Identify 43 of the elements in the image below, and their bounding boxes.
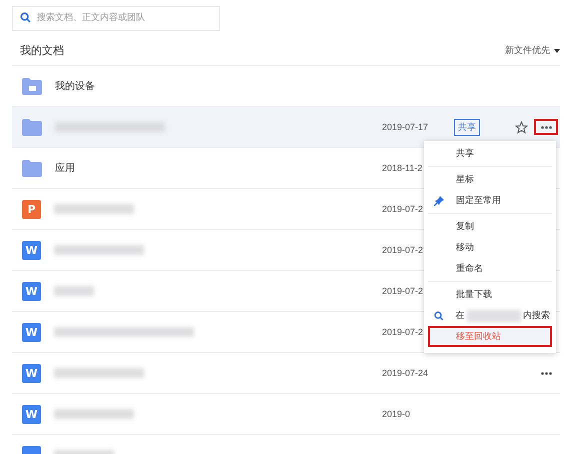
pin-icon: [434, 196, 444, 206]
file-type-icon: P: [22, 200, 41, 218]
redacted-name: [466, 310, 521, 322]
more-icon: [540, 372, 552, 374]
more-button[interactable]: [534, 119, 558, 135]
search-icon: [20, 12, 31, 23]
menu-item[interactable]: 在 内搜索: [428, 305, 552, 326]
folder-icon: [22, 118, 42, 136]
menu-item[interactable]: 固定至常用: [428, 190, 552, 211]
menu-item-text: 在: [456, 310, 465, 322]
redacted-name: [54, 286, 94, 296]
shared-tag: 共享: [454, 118, 480, 136]
modified-date: 2019-07-17: [382, 122, 428, 132]
caret-icon: [554, 48, 560, 52]
menu-item[interactable]: 批量下载: [428, 284, 552, 305]
file-name[interactable]: 我的设备: [55, 79, 95, 93]
file-type-icon: W: [22, 240, 41, 260]
menu-item[interactable]: 重命名: [428, 258, 552, 279]
search-field[interactable]: 搜索文档、正文内容或团队: [12, 6, 220, 30]
file-type-icon: W: [22, 322, 41, 342]
file-type-icon: W: [22, 404, 41, 424]
menu-item[interactable]: 星标: [428, 169, 552, 190]
section-title: 我的文档: [19, 43, 64, 58]
menu-item[interactable]: 移动: [428, 237, 552, 258]
file-name[interactable]: 应用: [55, 161, 75, 175]
menu-item[interactable]: 共享: [428, 143, 552, 164]
menu-item[interactable]: 复制: [428, 216, 552, 237]
file-type-icon: W: [22, 364, 41, 382]
modified-date: 2019-0: [382, 409, 410, 419]
modified-date: 2019-07-2: [382, 286, 424, 296]
more-icon: [540, 126, 552, 128]
menu-item-text: 内搜索: [523, 310, 550, 322]
modified-date: 2019-07-2: [382, 204, 424, 214]
folder-icon: [22, 160, 42, 176]
search-icon: [434, 310, 444, 320]
star-icon[interactable]: [515, 120, 528, 134]
modified-date: 2019-07-2: [382, 245, 424, 255]
modified-date: 2019-07-24: [382, 368, 428, 378]
file-type-icon: W: [22, 282, 41, 300]
modified-date: 2018-11-2: [382, 163, 422, 173]
device-folder-icon: [22, 78, 42, 94]
sort-dropdown[interactable]: 新文件优先: [505, 44, 560, 57]
modified-date: 2019-07-2: [382, 327, 424, 337]
